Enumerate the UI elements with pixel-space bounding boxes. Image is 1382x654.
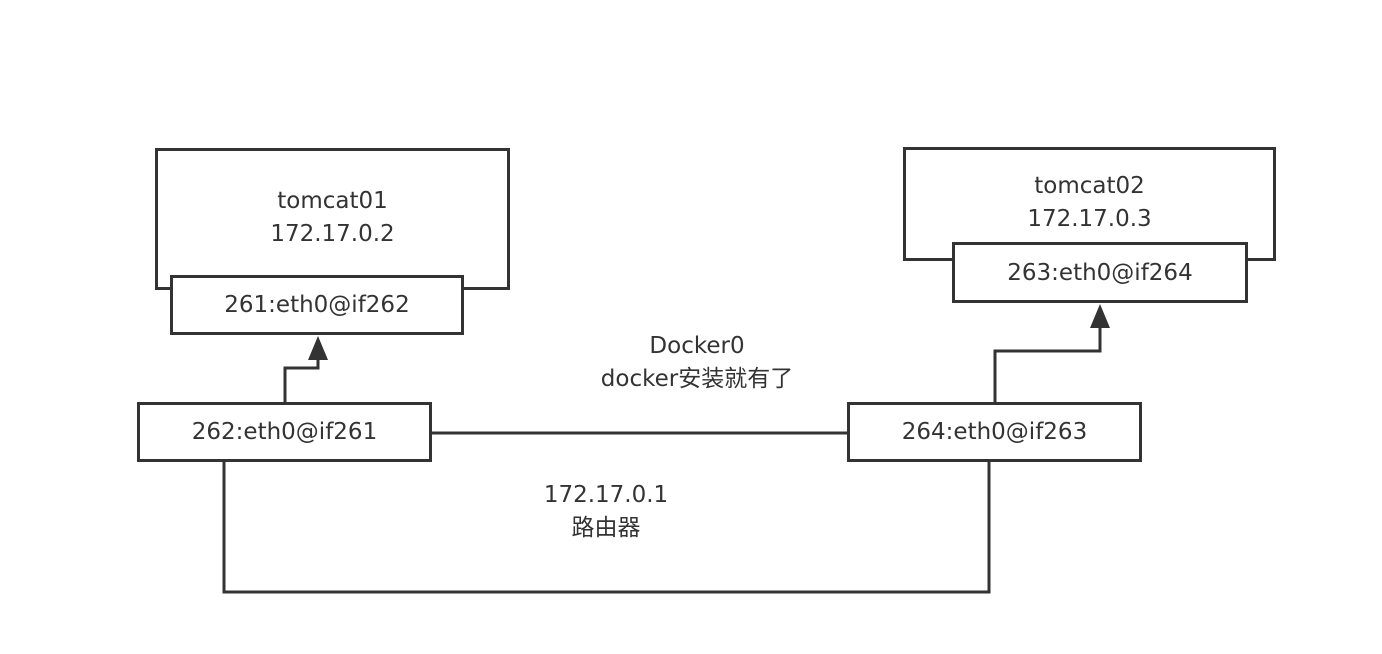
container-tomcat01-interface: 261:eth0@if262 bbox=[170, 275, 464, 335]
right-uplink-line bbox=[993, 326, 1102, 403]
container-tomcat01-name: tomcat01 bbox=[277, 188, 388, 214]
left-uplink-arrowhead bbox=[308, 336, 328, 360]
container-tomcat02-name: tomcat02 bbox=[1034, 173, 1145, 199]
bridge-note: docker安装就有了 bbox=[600, 366, 794, 392]
veth-left-interface-label: 262:eth0@if261 bbox=[191, 419, 378, 445]
container-tomcat02-ip: 172.17.0.3 bbox=[1027, 206, 1152, 232]
right-uplink-arrowhead bbox=[1090, 304, 1110, 328]
container-tomcat01-interface-label: 261:eth0@if262 bbox=[224, 292, 410, 318]
container-tomcat02-interface: 263:eth0@if264 bbox=[952, 242, 1248, 303]
container-tomcat02-interface-label: 263:eth0@if264 bbox=[1007, 259, 1193, 286]
left-uplink-line bbox=[283, 358, 320, 403]
bridge-name: Docker0 bbox=[649, 333, 745, 359]
bridge-ip: 172.17.0.1 bbox=[543, 482, 669, 508]
bridge-role: 路由器 bbox=[571, 515, 641, 541]
veth-left-interface: 262:eth0@if261 bbox=[137, 402, 432, 462]
container-tomcat01-ip: 172.17.0.2 bbox=[270, 221, 395, 247]
veth-right-interface-label: 264:eth0@if263 bbox=[901, 419, 1088, 445]
veth-right-interface: 264:eth0@if263 bbox=[847, 402, 1142, 462]
